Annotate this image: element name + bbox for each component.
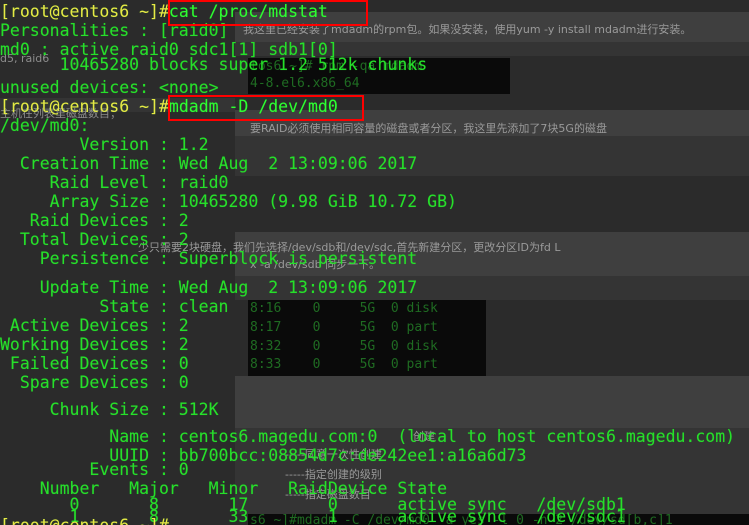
terminal-command-line[interactable]: [root@centos6 ~]# bbox=[0, 516, 169, 525]
terminal-output-line: /dev/md0: bbox=[0, 116, 90, 135]
terminal-output-line: Spare Devices : 0 bbox=[0, 373, 189, 392]
terminal-output-line: Raid Devices : 2 bbox=[0, 211, 189, 230]
terminal-output-line: Creation Time : Wed Aug 2 13:09:06 2017 bbox=[0, 154, 418, 173]
terminal-output-line: Array Size : 10465280 (9.98 GiB 10.72 GB… bbox=[0, 192, 457, 211]
shell-prompt: [root@centos6 ~]# bbox=[0, 2, 169, 21]
red-highlight-box bbox=[168, 0, 368, 26]
terminal-output-line: Total Devices : 2 bbox=[0, 230, 189, 249]
terminal-output-line: Name : centos6.magedu.com:0 (local to ho… bbox=[0, 427, 736, 446]
terminal-output-line: Raid Level : raid0 bbox=[0, 173, 229, 192]
terminal-output-line: Events : 0 bbox=[0, 460, 189, 479]
terminal-output-line: 10465280 blocks super 1.2 512k chunks bbox=[0, 55, 428, 74]
shell-prompt: [root@centos6 ~]# bbox=[0, 516, 169, 525]
red-highlight-box bbox=[168, 95, 364, 121]
embedded-terminal-line: 8:16 0 5G 0 disk bbox=[250, 301, 438, 316]
background-annotation-text: 要RAID必须使用相同容量的磁盘或者分区，我这里先添加了7块5G的磁盘 bbox=[250, 122, 607, 135]
terminal-output-line: Failed Devices : 0 bbox=[0, 354, 189, 373]
embedded-terminal-line: 4-8.el6.x86_64 bbox=[250, 76, 360, 91]
embedded-terminal-line: 8:32 0 5G 0 disk bbox=[250, 339, 438, 354]
embedded-terminal-line: 8:17 0 5G 0 part bbox=[250, 320, 438, 335]
terminal-output-line: Version : 1.2 bbox=[0, 135, 209, 154]
terminal-output-line: Working Devices : 2 bbox=[0, 335, 189, 354]
embedded-terminal-screenshot: 8:16 0 5G 0 disk 8:17 0 5G 0 part 8:32 0 5… bbox=[248, 300, 486, 376]
terminal-output-line: Update Time : Wed Aug 2 13:09:06 2017 bbox=[0, 278, 418, 297]
embedded-terminal-line: 8:33 0 5G 0 part bbox=[250, 357, 438, 372]
terminal-output-line: Active Devices : 2 bbox=[0, 316, 189, 335]
terminal-output-line: State : clean bbox=[0, 297, 229, 316]
terminal-window: 我这里已经安装了mdadm的rpm包。如果没安装，使用yum -y instal… bbox=[0, 0, 749, 525]
background-band bbox=[235, 376, 749, 428]
shell-prompt: [root@centos6 ~]# bbox=[0, 97, 169, 116]
terminal-output-line: Chunk Size : 512K bbox=[0, 400, 219, 419]
terminal-output-line: Persistence : Superblock is persistent bbox=[0, 249, 418, 268]
